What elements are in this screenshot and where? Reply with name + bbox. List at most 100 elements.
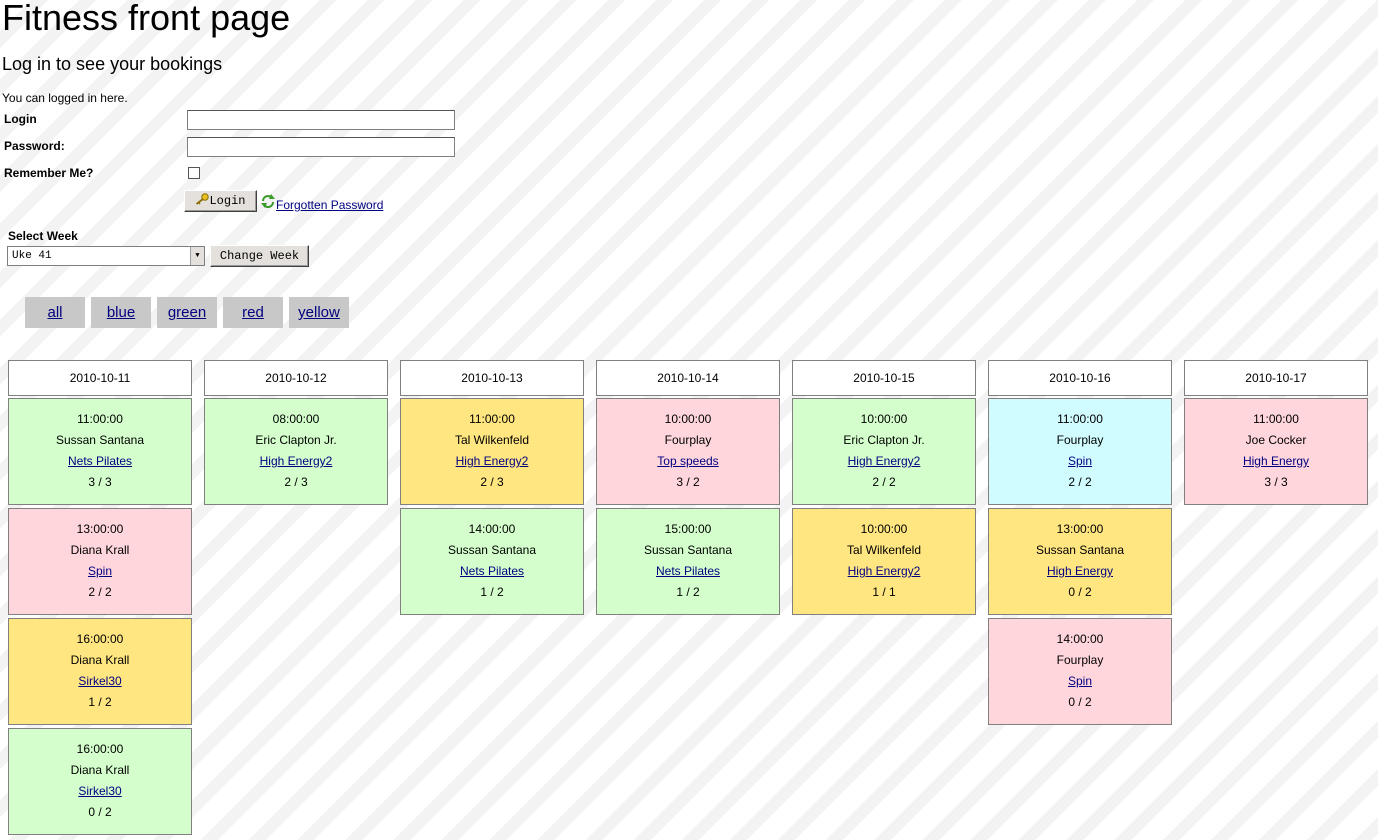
- session-card: 10:00:00 Fourplay Top speeds 3 / 2: [596, 398, 780, 505]
- session-count: 2 / 3: [480, 475, 504, 489]
- day-header: 2010-10-16: [988, 360, 1172, 396]
- session-card: 10:00:00 Tal Wilkenfeld High Energy2 1 / 1: [792, 508, 976, 615]
- session-class-link[interactable]: Nets Pilates: [656, 564, 720, 578]
- login-button[interactable]: Login: [184, 190, 257, 212]
- session-time: 11:00:00: [1253, 412, 1299, 426]
- day-header: 2010-10-14: [596, 360, 780, 396]
- forgotten-password-link[interactable]: Forgotten Password: [276, 198, 383, 212]
- page-subtitle: Log in to see your bookings: [2, 54, 223, 74]
- key-icon: [196, 193, 210, 205]
- filter-yellow[interactable]: yellow: [289, 297, 349, 328]
- session-class-link[interactable]: Nets Pilates: [460, 564, 524, 578]
- session-time: 10:00:00: [664, 412, 712, 426]
- session-time: 10:00:00: [860, 412, 908, 426]
- session-instructor: Sussan Santana: [1035, 543, 1125, 557]
- session-card: 15:00:00 Sussan Santana Nets Pilates 1 / 2: [596, 508, 780, 615]
- session-count: 3 / 2: [676, 475, 700, 489]
- session-card: 08:00:00 Eric Clapton Jr. High Energy2 2 / …: [204, 398, 388, 505]
- session-instructor: Eric Clapton Jr.: [843, 433, 925, 447]
- session-class-link[interactable]: High Energy: [1243, 454, 1309, 468]
- session-card: 16:00:00 Diana Krall Sirkel30 1 / 2: [8, 618, 192, 725]
- session-time: 13:00:00: [76, 522, 124, 536]
- session-instructor: Tal Wilkenfeld: [454, 433, 530, 447]
- session-time: 11:00:00: [469, 412, 515, 426]
- session-count: 2 / 3: [284, 475, 308, 489]
- session-time: 08:00:00: [272, 412, 320, 426]
- session-time: 10:00:00: [860, 522, 908, 536]
- session-count: 1 / 1: [872, 585, 896, 599]
- session-count: 3 / 3: [1264, 475, 1288, 489]
- filter-red[interactable]: red: [223, 297, 283, 328]
- session-class-link[interactable]: Spin: [88, 564, 112, 578]
- filter-green[interactable]: green: [157, 297, 217, 328]
- session-instructor: Fourplay: [1056, 433, 1104, 447]
- day-header: 2010-10-11: [8, 360, 192, 396]
- session-time: 16:00:00: [76, 742, 124, 756]
- remember-me-checkbox[interactable]: [188, 167, 200, 179]
- session-count: 1 / 2: [480, 585, 504, 599]
- session-class-link[interactable]: Spin: [1068, 454, 1092, 468]
- day-header: 2010-10-17: [1184, 360, 1368, 396]
- password-input[interactable]: [187, 137, 455, 157]
- day-header: 2010-10-13: [400, 360, 584, 396]
- password-label: Password:: [4, 139, 65, 153]
- filter-all[interactable]: all: [25, 297, 85, 328]
- refresh-icon: [261, 194, 275, 208]
- session-time: 13:00:00: [1056, 522, 1104, 536]
- session-class-link[interactable]: Top speeds: [657, 454, 718, 468]
- login-label: Login: [4, 112, 37, 126]
- session-card: 11:00:00 Tal Wilkenfeld High Energy2 2 / 3: [400, 398, 584, 505]
- session-class-link[interactable]: High Energy2: [456, 454, 529, 468]
- session-class-link[interactable]: High Energy2: [260, 454, 333, 468]
- week-select-value: Uke 41: [12, 250, 52, 262]
- session-time: 11:00:00: [1057, 412, 1103, 426]
- session-instructor: Sussan Santana: [643, 543, 733, 557]
- session-class-link[interactable]: High Energy: [1047, 564, 1113, 578]
- session-instructor: Eric Clapton Jr.: [255, 433, 337, 447]
- page-title: Fitness front page: [2, 0, 291, 38]
- session-card: 13:00:00 Diana Krall Spin 2 / 2: [8, 508, 192, 615]
- session-instructor: Diana Krall: [70, 653, 130, 667]
- session-card: 14:00:00 Fourplay Spin 0 / 2: [988, 618, 1172, 725]
- session-card: 11:00:00 Joe Cocker High Energy 3 / 3: [1184, 398, 1368, 505]
- session-count: 2 / 2: [88, 585, 112, 599]
- login-intro-text: You can logged in here.: [2, 91, 128, 105]
- session-instructor: Fourplay: [1056, 653, 1104, 667]
- session-instructor: Sussan Santana: [55, 433, 145, 447]
- session-count: 1 / 2: [88, 695, 112, 709]
- session-time: 11:00:00: [77, 412, 123, 426]
- session-time: 16:00:00: [76, 632, 124, 646]
- session-card: 11:00:00 Fourplay Spin 2 / 2: [988, 398, 1172, 505]
- session-class-link[interactable]: Sirkel30: [78, 674, 121, 688]
- day-header: 2010-10-12: [204, 360, 388, 396]
- session-class-link[interactable]: High Energy2: [848, 564, 921, 578]
- session-instructor: Fourplay: [664, 433, 712, 447]
- session-count: 0 / 2: [88, 805, 112, 819]
- chevron-down-icon[interactable]: ▼: [190, 247, 204, 265]
- session-instructor: Tal Wilkenfeld: [846, 543, 922, 557]
- week-select[interactable]: Uke 41 ▼: [7, 246, 205, 266]
- session-class-link[interactable]: High Energy2: [848, 454, 921, 468]
- session-count: 1 / 2: [676, 585, 700, 599]
- session-instructor: Joe Cocker: [1245, 433, 1307, 447]
- session-class-link[interactable]: Spin: [1068, 674, 1092, 688]
- session-count: 2 / 2: [872, 475, 896, 489]
- login-input[interactable]: [187, 110, 455, 130]
- change-week-button[interactable]: Change Week: [210, 245, 309, 267]
- select-week-label: Select Week: [8, 229, 78, 243]
- session-card: 16:00:00 Diana Krall Sirkel30 0 / 2: [8, 728, 192, 835]
- day-header: 2010-10-15: [792, 360, 976, 396]
- login-button-label: Login: [209, 194, 246, 208]
- session-count: 2 / 2: [1068, 475, 1092, 489]
- session-card: 11:00:00 Sussan Santana Nets Pilates 3 / 3: [8, 398, 192, 505]
- session-instructor: Diana Krall: [70, 763, 130, 777]
- session-count: 0 / 2: [1068, 585, 1092, 599]
- filter-blue[interactable]: blue: [91, 297, 151, 328]
- session-count: 0 / 2: [1068, 695, 1092, 709]
- session-card: 14:00:00 Sussan Santana Nets Pilates 1 / 2: [400, 508, 584, 615]
- session-time: 15:00:00: [664, 522, 712, 536]
- session-class-link[interactable]: Sirkel30: [78, 784, 121, 798]
- session-instructor: Sussan Santana: [447, 543, 537, 557]
- session-class-link[interactable]: Nets Pilates: [68, 454, 132, 468]
- session-instructor: Diana Krall: [70, 543, 130, 557]
